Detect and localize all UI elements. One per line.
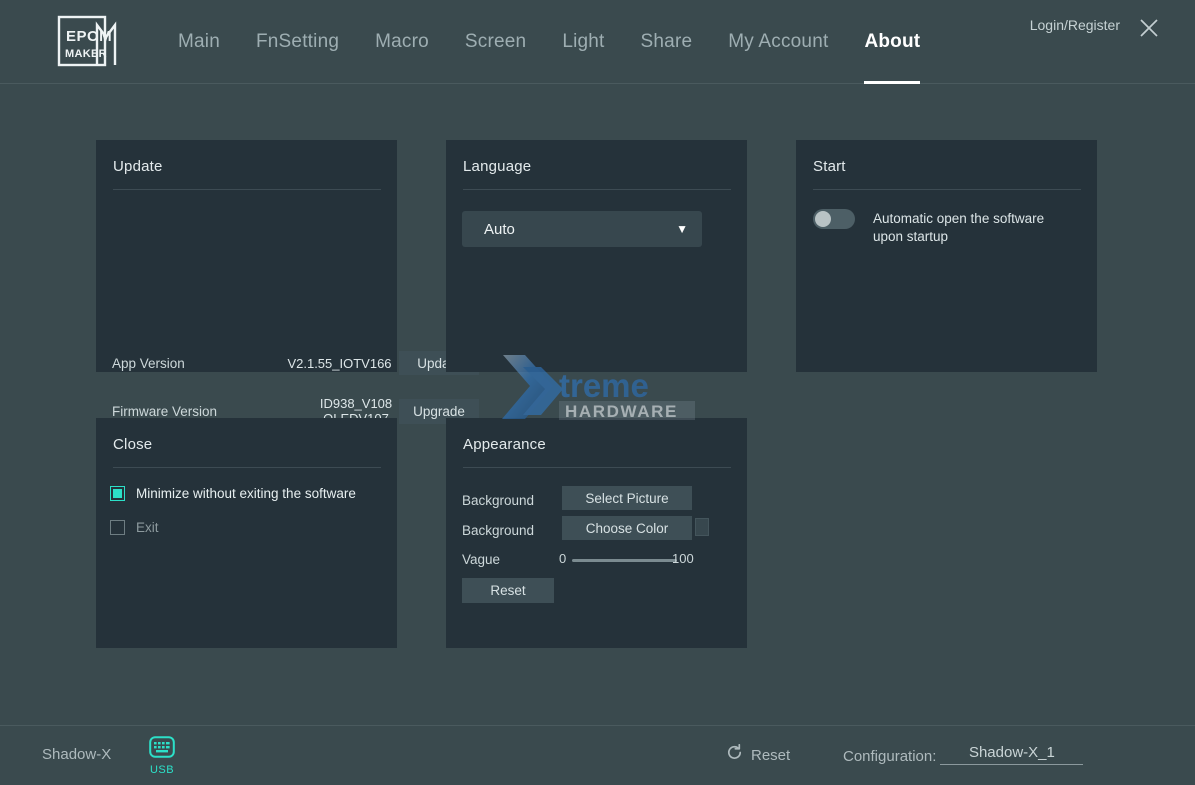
panel-start: Start Automatic open the software upon s… xyxy=(796,140,1097,372)
refresh-icon xyxy=(726,744,743,766)
divider xyxy=(463,189,731,190)
nav-label: FnSetting xyxy=(256,31,339,53)
divider xyxy=(463,467,731,468)
background-picture-label: Background xyxy=(462,493,534,508)
svg-text:treme: treme xyxy=(559,367,649,404)
main-navigation: Main FnSetting Macro Screen Light Share … xyxy=(160,0,938,84)
appearance-reset-button[interactable]: Reset xyxy=(462,578,554,603)
panel-appearance-title: Appearance xyxy=(463,436,546,453)
app-footer: Shadow-X USB xyxy=(0,725,1195,785)
panel-update: Update App Version V2.1.55_IOTV166 Updat… xyxy=(96,140,397,372)
vague-min-value: 0 xyxy=(559,551,566,566)
checkbox-box xyxy=(110,486,125,501)
app-version-label: App Version xyxy=(112,356,185,371)
divider xyxy=(113,467,381,468)
vague-max-value: 100 xyxy=(672,551,694,566)
nav-item-fnsetting[interactable]: FnSetting xyxy=(238,0,357,84)
app-header: EPOM MAKER Main FnSetting Macro Screen L… xyxy=(0,0,1195,84)
nav-label: Macro xyxy=(375,31,429,53)
panel-close: Close Minimize without exiting the softw… xyxy=(96,418,397,648)
application-window: EPOM MAKER Main FnSetting Macro Screen L… xyxy=(0,0,1195,785)
device-name: Shadow-X xyxy=(42,746,111,763)
svg-text:EPOM: EPOM xyxy=(66,28,112,45)
firmware-version-line-1: ID938_V108 xyxy=(314,396,398,411)
choose-color-button[interactable]: Choose Color xyxy=(562,516,692,540)
autostart-toggle[interactable] xyxy=(813,209,855,229)
autostart-label-line-1: Automatic open the software xyxy=(873,210,1063,228)
panel-update-title: Update xyxy=(113,158,163,175)
panel-language: Language Auto ▼ xyxy=(446,140,747,372)
device-connection-status[interactable]: USB xyxy=(146,736,178,776)
checkbox-label: Exit xyxy=(136,520,159,535)
nav-item-main[interactable]: Main xyxy=(160,0,238,84)
nav-label: About xyxy=(864,31,920,53)
vague-label: Vague xyxy=(462,552,500,567)
background-color-label: Background xyxy=(462,523,534,538)
svg-text:MAKER: MAKER xyxy=(65,48,107,60)
panel-appearance: Appearance Background Select Picture Bac… xyxy=(446,418,747,648)
nav-item-light[interactable]: Light xyxy=(544,0,622,84)
nav-label: Light xyxy=(562,31,604,53)
configuration-label: Configuration: xyxy=(843,748,936,765)
checkbox-minimize-without-exiting[interactable]: Minimize without exiting the software xyxy=(110,486,356,501)
vague-slider[interactable] xyxy=(572,559,677,562)
panel-start-title: Start xyxy=(813,158,846,175)
toggle-knob xyxy=(815,211,831,227)
select-picture-button[interactable]: Select Picture xyxy=(562,486,692,510)
autostart-label-line-2: upon startup xyxy=(873,228,1063,246)
autostart-label: Automatic open the software upon startup xyxy=(873,210,1063,246)
checkbox-box xyxy=(110,520,125,535)
nav-label: My Account xyxy=(728,31,828,53)
checkbox-exit[interactable]: Exit xyxy=(110,520,159,535)
epomaker-logo: EPOM MAKER xyxy=(57,15,121,67)
connection-label: USB xyxy=(146,764,178,776)
footer-reset-label: Reset xyxy=(751,747,790,764)
color-swatch[interactable] xyxy=(695,518,709,536)
configuration-group: Configuration: xyxy=(843,744,1083,765)
panel-close-title: Close xyxy=(113,436,152,453)
nav-label: Share xyxy=(641,31,693,53)
nav-item-share[interactable]: Share xyxy=(623,0,711,84)
nav-item-about[interactable]: About xyxy=(846,0,938,84)
language-selected-value: Auto xyxy=(484,221,515,238)
checkbox-label: Minimize without exiting the software xyxy=(136,486,356,501)
nav-item-macro[interactable]: Macro xyxy=(357,0,447,84)
app-version-value: V2.1.55_IOTV166 xyxy=(282,356,397,371)
language-select[interactable]: Auto ▼ xyxy=(462,211,702,247)
nav-item-my-account[interactable]: My Account xyxy=(710,0,846,84)
nav-label: Screen xyxy=(465,31,526,53)
configuration-input[interactable] xyxy=(940,744,1083,765)
login-register-link[interactable]: Login/Register xyxy=(1030,17,1120,33)
chevron-down-icon: ▼ xyxy=(676,222,688,236)
nav-label: Main xyxy=(178,31,220,53)
divider xyxy=(813,189,1081,190)
footer-reset-button[interactable]: Reset xyxy=(726,744,790,766)
divider xyxy=(113,189,381,190)
keyboard-icon xyxy=(149,745,175,762)
firmware-version-label: Firmware Version xyxy=(112,404,217,419)
nav-item-screen[interactable]: Screen xyxy=(447,0,544,84)
close-icon[interactable] xyxy=(1133,12,1165,44)
panel-language-title: Language xyxy=(463,158,531,175)
